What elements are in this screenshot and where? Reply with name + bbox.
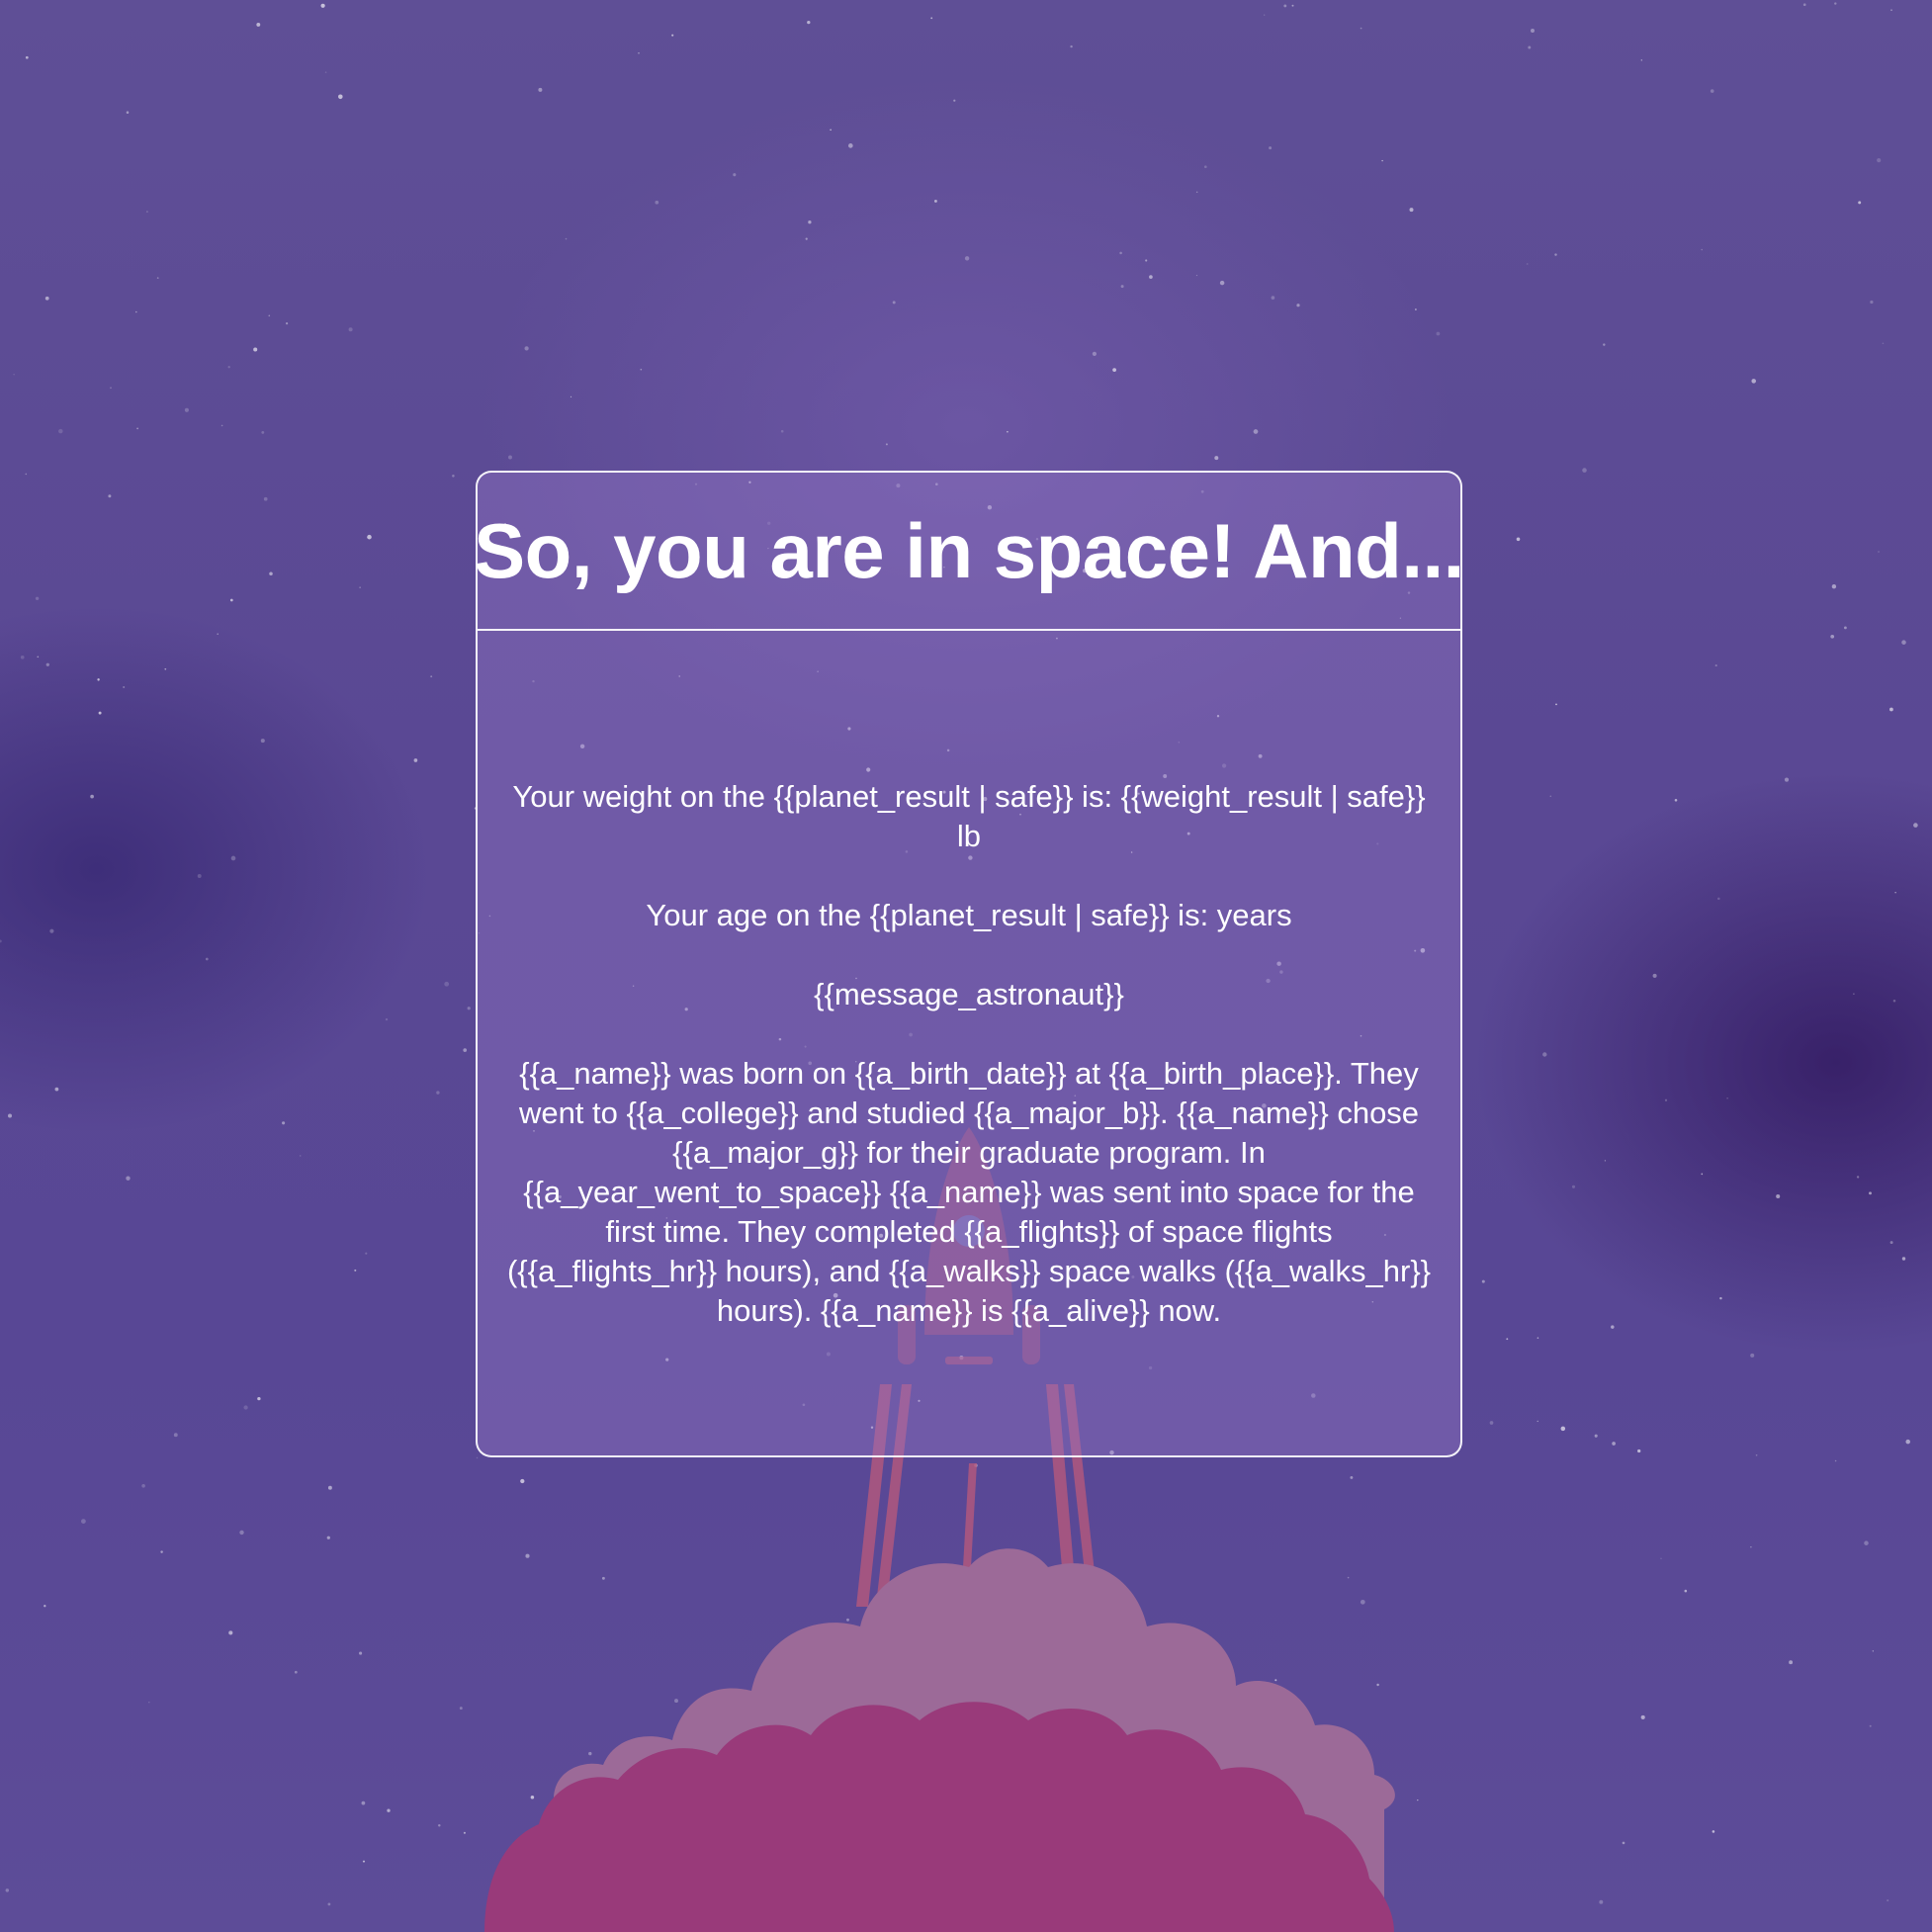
- astronaut-message-text: {{message_astronaut}}: [814, 977, 1124, 1011]
- age-result-text: Your age on the {{planet_result | safe}}…: [646, 898, 1292, 932]
- card-body: Your weight on the {{planet_result | saf…: [497, 777, 1441, 1331]
- card-header: So, you are in space! And...: [474, 473, 1464, 631]
- astronaut-bio-text: {{a_name}} was born on {{a_birth_date}} …: [506, 1056, 1432, 1328]
- results-card: So, you are in space! And... Your weight…: [474, 471, 1464, 1457]
- page-title: So, you are in space! And...: [474, 506, 1464, 594]
- weight-result-text: Your weight on the {{planet_result | saf…: [512, 779, 1426, 853]
